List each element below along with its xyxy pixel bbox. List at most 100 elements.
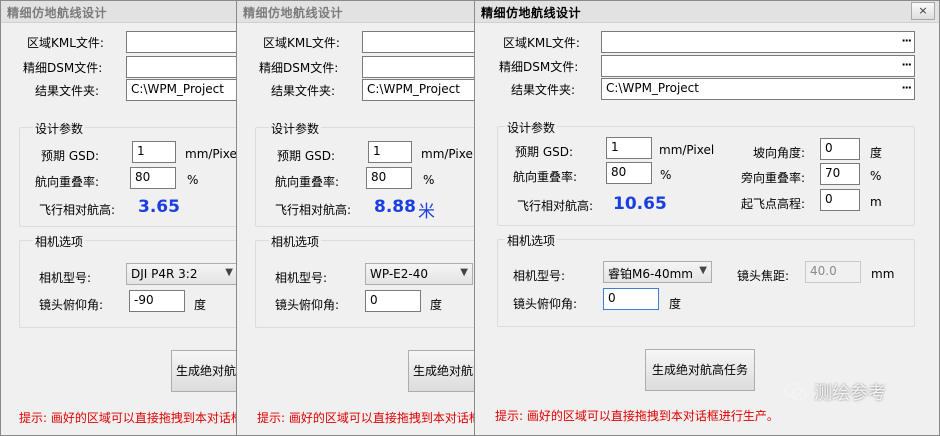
dialog-window-3: 精细仿地航线设计 × 区域KML文件: ··· 精细DSM文件: ··· 结果文…	[474, 0, 940, 436]
kml-file-input[interactable]: ···	[601, 31, 915, 53]
result-folder-input[interactable]: C:\WPM_Project	[362, 79, 475, 101]
result-folder-label: 结果文件夹:	[35, 84, 100, 98]
camera-options-title: 相机选项	[269, 233, 322, 250]
kml-label: 区域KML文件:	[263, 36, 340, 50]
pitch-label: 镜头俯仰角:	[275, 298, 340, 312]
hint-text: 提示: 画好的区域可以直接拖拽到本对话框进行生产。	[19, 411, 239, 425]
window-title: 精细仿地航线设计	[7, 6, 108, 20]
overlap-unit: %	[660, 168, 672, 182]
camera-options-title: 相机选项	[505, 232, 558, 249]
flight-height-label: 飞行相对航高:	[39, 203, 116, 217]
focal-length-input: 40.0	[805, 261, 861, 283]
flight-height-value: 3.65	[138, 197, 180, 217]
gsd-input[interactable]: 1	[132, 141, 176, 163]
camera-options-title: 相机选项	[33, 233, 86, 250]
kml-file-input[interactable]	[126, 31, 239, 53]
watermark-text: 测绘参考	[814, 383, 886, 404]
result-folder-input[interactable]: C:\WPM_Project ···	[601, 78, 915, 100]
overlap-label: 航向重叠率:	[275, 175, 340, 189]
side-overlap-label: 旁向重叠率:	[741, 171, 806, 185]
dsm-label: 精细DSM文件:	[23, 61, 103, 75]
kml-label: 区域KML文件:	[503, 36, 580, 50]
overlap-input[interactable]: 80	[366, 167, 412, 189]
focal-length-label: 镜头焦距:	[737, 269, 790, 283]
pitch-label: 镜头俯仰角:	[513, 297, 578, 311]
gsd-unit: mm/Pixel	[185, 147, 240, 161]
camera-model-value: WP-E2-40	[370, 267, 428, 281]
camera-model-select[interactable]: WP-E2-40 ▼	[365, 263, 473, 285]
dsm-label: 精细DSM文件:	[499, 60, 579, 74]
camera-model-label: 相机型号:	[513, 269, 566, 283]
camera-model-select[interactable]: 睿铂M6-40mm ▼	[603, 261, 712, 283]
flight-height-label: 飞行相对航高:	[517, 199, 594, 213]
gsd-input[interactable]: 1	[606, 137, 652, 159]
camera-model-label: 相机型号:	[39, 271, 92, 285]
overlap-input[interactable]: 80	[130, 167, 176, 189]
overlap-label: 航向重叠率:	[513, 170, 578, 184]
design-params-title: 设计参数	[33, 120, 86, 137]
camera-model-value: 睿铂M6-40mm	[608, 267, 693, 281]
camera-model-select[interactable]: DJI P4R 3:2 ▼	[126, 263, 238, 285]
gsd-label: 预期 GSD:	[515, 145, 574, 159]
browse-icon[interactable]: ···	[901, 58, 912, 71]
side-overlap-input[interactable]: 70	[820, 163, 860, 185]
flight-height-unit: 米	[418, 202, 435, 222]
flight-height-value: 8.88	[374, 197, 416, 217]
gsd-unit: mm/Pixel	[421, 147, 476, 161]
pitch-input[interactable]: 0	[365, 290, 421, 312]
result-folder-label: 结果文件夹:	[511, 83, 576, 97]
overlap-unit: %	[187, 173, 199, 187]
wechat-icon	[784, 382, 807, 401]
overlap-input[interactable]: 80	[606, 162, 652, 184]
takeoff-elevation-input[interactable]: 0	[820, 189, 860, 211]
camera-model-label: 相机型号:	[275, 271, 328, 285]
takeoff-elevation-unit: m	[870, 195, 882, 209]
chevron-down-icon: ▼	[225, 267, 233, 278]
title-bar[interactable]: 精细仿地航线设计	[237, 1, 475, 23]
hint-text: 提示: 画好的区域可以直接拖拽到本对话框进行生产。	[257, 411, 475, 425]
slope-angle-label: 坡向角度:	[753, 146, 806, 160]
design-params-title: 设计参数	[505, 119, 558, 136]
browse-icon[interactable]: ···	[901, 34, 912, 47]
pitch-unit: 度	[430, 298, 443, 312]
overlap-unit: %	[423, 173, 435, 187]
title-bar[interactable]: 精细仿地航线设计	[1, 1, 239, 23]
window-title: 精细仿地航线设计	[243, 6, 344, 20]
side-overlap-unit: %	[870, 169, 882, 183]
browse-icon[interactable]: ···	[901, 81, 912, 94]
chevron-down-icon: ▼	[699, 265, 707, 276]
close-icon: ×	[918, 4, 928, 17]
result-folder-label: 结果文件夹:	[271, 84, 336, 98]
flight-height-value: 10.65	[613, 194, 667, 214]
gsd-label: 预期 GSD:	[41, 149, 100, 163]
close-button[interactable]: ×	[911, 2, 935, 20]
design-params-title: 设计参数	[269, 120, 322, 137]
title-bar[interactable]: 精细仿地航线设计 ×	[475, 1, 939, 23]
camera-model-value: DJI P4R 3:2	[131, 267, 198, 281]
window-title: 精细仿地航线设计	[481, 6, 582, 20]
gsd-unit: mm/Pixel	[659, 143, 715, 157]
pitch-input[interactable]: -90	[129, 290, 185, 312]
generate-task-button[interactable]: 生成绝对航高任务	[171, 350, 239, 392]
takeoff-elevation-label: 起飞点高程:	[741, 197, 806, 211]
dsm-file-input[interactable]	[362, 56, 475, 78]
slope-angle-input[interactable]: 0	[820, 138, 860, 160]
generate-task-button[interactable]: 生成绝对航高任务	[645, 349, 755, 391]
pitch-input[interactable]: 0	[603, 288, 659, 310]
dsm-file-input[interactable]: ···	[601, 55, 915, 77]
generate-task-button[interactable]: 生成绝对航高任务	[408, 350, 475, 392]
slope-angle-unit: 度	[870, 146, 883, 160]
result-folder-input[interactable]: C:\WPM_Project	[126, 79, 239, 101]
gsd-input[interactable]: 1	[368, 141, 412, 163]
dsm-file-input[interactable]	[126, 56, 239, 78]
dialog-window-2: 精细仿地航线设计 区域KML文件: 精细DSM文件: 结果文件夹: C:\WPM…	[236, 0, 476, 436]
kml-file-input[interactable]	[362, 31, 475, 53]
result-folder-value: C:\WPM_Project	[606, 81, 699, 95]
hint-text: 提示: 画好的区域可以直接拖拽到本对话框进行生产。	[495, 409, 779, 423]
dialog-window-1: 精细仿地航线设计 区域KML文件: 精细DSM文件: 结果文件夹: C:\WPM…	[0, 0, 240, 436]
kml-label: 区域KML文件:	[27, 36, 104, 50]
flight-height-label: 飞行相对航高:	[275, 203, 352, 217]
focal-length-unit: mm	[871, 267, 895, 281]
chevron-down-icon: ▼	[460, 267, 468, 278]
pitch-unit: 度	[194, 298, 207, 312]
